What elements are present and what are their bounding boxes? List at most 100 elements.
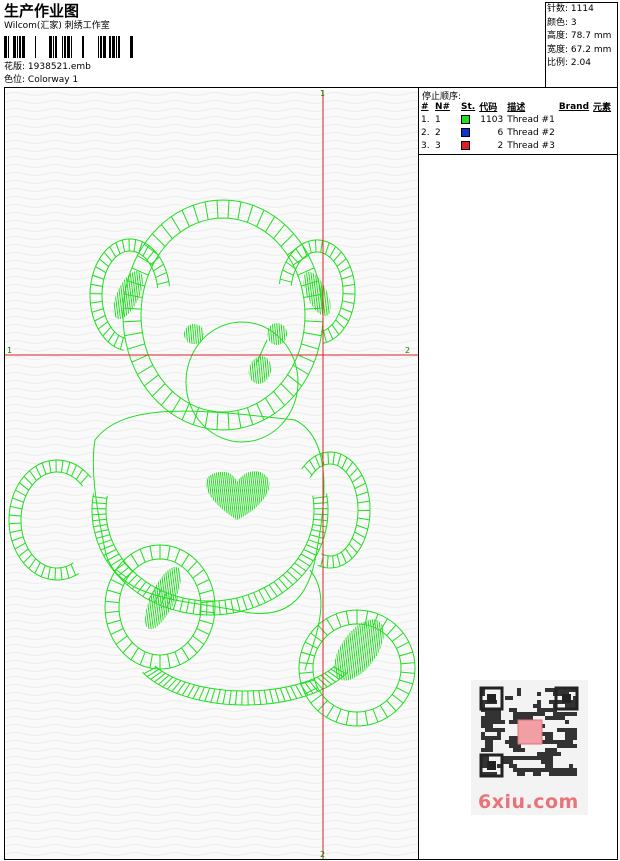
barcode-bar — [8, 36, 9, 58]
qr-module — [573, 772, 577, 776]
qr-module — [557, 740, 561, 744]
satin-stitch — [327, 452, 330, 465]
qr-module — [541, 712, 545, 716]
barcode-bar — [130, 36, 133, 58]
qr-module — [497, 736, 501, 740]
qr-module — [493, 736, 497, 740]
color-swatch — [461, 127, 470, 137]
col-num: # — [421, 101, 429, 112]
qr-module — [529, 756, 533, 760]
qr-logo — [517, 719, 543, 745]
stat-colors: 颜色: 3 — [547, 17, 577, 28]
thread-row: 1. 1 1103 Thread #1 — [419, 113, 617, 126]
barcode-bar — [64, 36, 66, 58]
row-desc: Thread #1 — [507, 114, 555, 125]
barcode-bar — [53, 36, 54, 58]
qr-module — [481, 724, 485, 728]
qr-module — [505, 760, 509, 764]
design-file: 花版: 1938521.emb — [4, 61, 91, 74]
qr-module — [489, 740, 493, 744]
qr-module — [553, 748, 557, 752]
qr-module — [557, 700, 561, 704]
qr-module — [513, 768, 517, 772]
qr-module — [501, 720, 505, 724]
qr-module — [569, 764, 573, 768]
qr-finder-core — [487, 694, 496, 703]
qr-module — [545, 732, 549, 736]
qr-module — [537, 700, 541, 704]
stat-height: 高度: 78.7 mm — [547, 31, 612, 41]
row-stitches: 6 — [497, 127, 504, 138]
qr-module — [485, 756, 489, 760]
guide-label-top: 1 — [320, 90, 325, 98]
qr-module — [517, 768, 521, 772]
qr-module — [513, 712, 517, 716]
qr-module — [485, 724, 489, 728]
row-n: 1 — [435, 114, 441, 125]
qr-module — [545, 736, 549, 740]
barcode-bar — [22, 36, 25, 58]
satin-stitch — [313, 513, 328, 516]
qr-module — [485, 712, 489, 716]
barcode-bar — [116, 36, 117, 58]
qr-module — [549, 716, 553, 720]
row-element — [591, 139, 617, 152]
qr-module — [561, 772, 565, 776]
barcode-bar — [67, 36, 70, 58]
qr-module — [505, 696, 509, 700]
qr-module — [489, 728, 493, 732]
guide-label-right: 2 — [405, 346, 410, 355]
qr-finder-core — [562, 694, 571, 703]
qr-module — [549, 756, 553, 760]
qr-module — [513, 764, 517, 768]
qr-module — [545, 768, 549, 772]
qr-module — [565, 740, 569, 744]
qr-module — [553, 772, 557, 776]
barcode-bar — [4, 36, 7, 58]
barcode-bar — [109, 36, 111, 58]
qr-module — [561, 716, 565, 720]
qr-module — [537, 704, 541, 708]
qr-module — [497, 716, 501, 720]
design-canvas: 1 2 1 2 — [5, 90, 418, 859]
qr-module — [529, 768, 533, 772]
qr-module — [525, 716, 529, 720]
qr-module — [517, 748, 521, 752]
qr-module — [557, 712, 561, 716]
qr-module — [545, 708, 549, 712]
qr-module — [549, 740, 553, 744]
barcode-bar — [103, 36, 106, 58]
qr-module — [557, 692, 561, 696]
qr-module — [509, 760, 513, 764]
qr-module — [485, 740, 489, 744]
barcode-bar — [62, 36, 63, 58]
col-desc: 描述 — [507, 103, 526, 113]
qr-module — [517, 688, 521, 692]
qr-module — [549, 708, 553, 712]
qr-module — [485, 748, 489, 752]
qr-module — [533, 768, 537, 772]
qr-module — [525, 768, 529, 772]
qr-module — [561, 744, 565, 748]
qr-module — [497, 712, 501, 716]
satin-stitch — [54, 567, 56, 580]
qr-module — [573, 744, 577, 748]
qr-module — [533, 756, 537, 760]
row-brand — [557, 126, 591, 139]
qr-module — [513, 748, 517, 752]
qr-module — [545, 760, 549, 764]
qr-module — [517, 712, 521, 716]
satin-stitch — [315, 239, 317, 253]
barcode-bar — [82, 36, 84, 58]
qr-module — [561, 768, 565, 772]
qr-module — [521, 768, 525, 772]
qr-module — [509, 736, 513, 740]
qr-module — [521, 772, 525, 776]
col-code: 代码 — [479, 103, 498, 113]
qr-module — [553, 768, 557, 772]
row-num: 3. — [421, 140, 430, 151]
qr-module — [557, 752, 561, 756]
qr-module — [545, 756, 549, 760]
qr-module — [509, 764, 513, 768]
qr-module — [545, 752, 549, 756]
